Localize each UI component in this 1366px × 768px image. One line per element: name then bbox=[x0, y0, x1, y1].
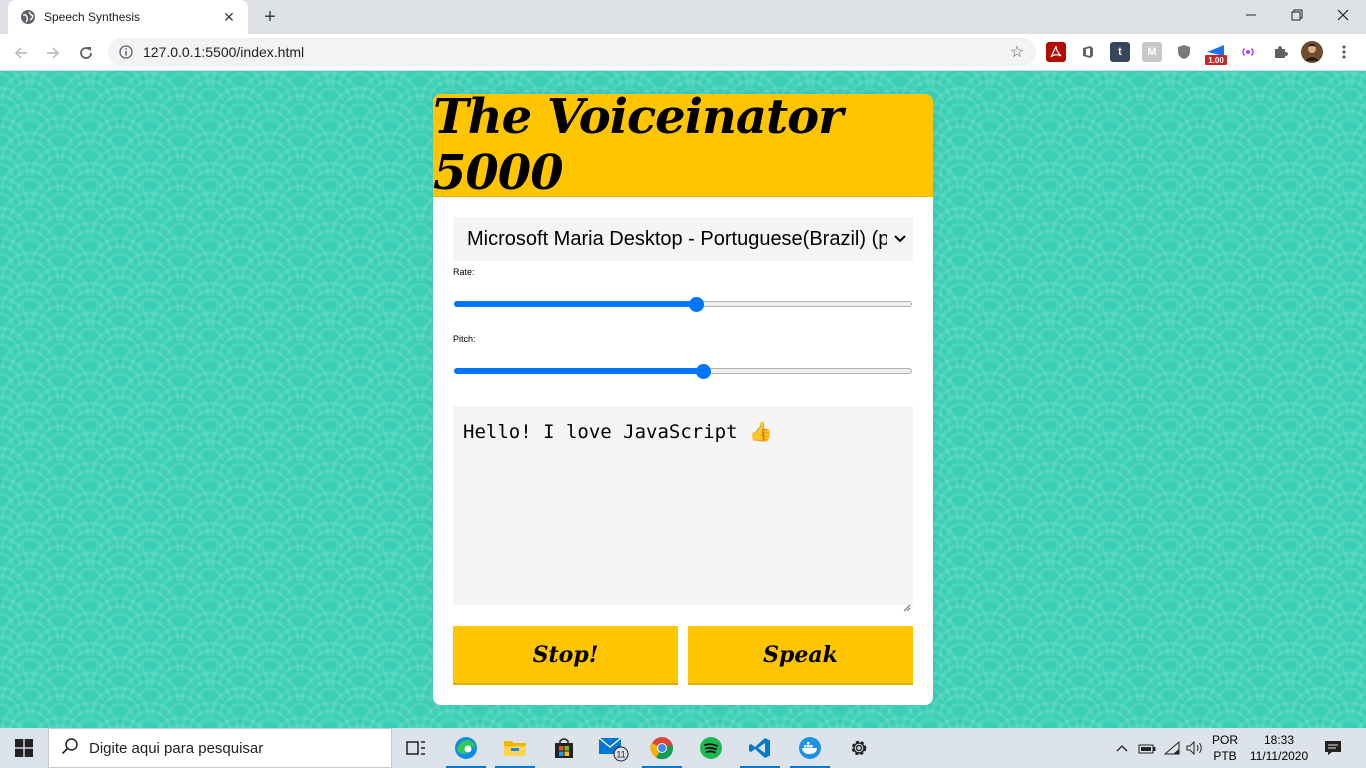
search-placeholder: Digite aqui para pesquisar bbox=[89, 739, 264, 757]
task-view-icon[interactable] bbox=[392, 728, 440, 768]
search-icon bbox=[61, 737, 79, 760]
card-header: The Voiceinator 5000 bbox=[433, 94, 933, 201]
file-explorer-icon[interactable] bbox=[491, 728, 539, 768]
voice-select[interactable]: Microsoft Maria Desktop - Portuguese(Bra… bbox=[453, 217, 913, 261]
clock[interactable]: 18:33 11/11/2020 bbox=[1246, 728, 1312, 768]
clock-time: 18:33 bbox=[1263, 733, 1295, 747]
tab-title: Speech Synthesis bbox=[44, 10, 141, 24]
browser-toolbar: 127.0.0.1:5500/index.html ☆ t M 1.00 bbox=[0, 34, 1366, 71]
mail-badge-count: 11 bbox=[616, 750, 625, 760]
shield-extension-icon[interactable] bbox=[1174, 42, 1194, 62]
windows-taskbar: Digite aqui para pesquisar 11 POR PTB 18… bbox=[0, 728, 1366, 768]
tab-strip: Speech Synthesis ✕ + bbox=[0, 0, 1366, 34]
spotify-icon[interactable] bbox=[687, 728, 735, 768]
tumblr-extension-icon[interactable]: t bbox=[1110, 42, 1130, 62]
edge-browser-icon[interactable] bbox=[442, 728, 490, 768]
app-title: The Voiceinator 5000 bbox=[433, 94, 843, 201]
rate-track-fill bbox=[454, 301, 698, 307]
speed-badge-text: 1.00 bbox=[1208, 56, 1224, 65]
pitch-label: Pitch: bbox=[453, 334, 476, 344]
rate-slider-thumb[interactable] bbox=[689, 297, 704, 312]
language-code: POR bbox=[1211, 733, 1238, 747]
tab-speech-synthesis[interactable]: Speech Synthesis ✕ bbox=[8, 0, 248, 34]
back-arrow-icon[interactable] bbox=[7, 39, 35, 67]
restore-window-button[interactable] bbox=[1274, 0, 1320, 30]
page-background: The Voiceinator 5000 Microsoft Maria Des… bbox=[0, 71, 1366, 728]
wifi-icon[interactable] bbox=[1160, 728, 1184, 768]
reload-icon[interactable] bbox=[72, 39, 100, 67]
info-icon[interactable] bbox=[118, 44, 134, 60]
taskbar-search-box[interactable]: Digite aqui para pesquisar bbox=[48, 728, 392, 768]
voiceinator-card: The Voiceinator 5000 Microsoft Maria Des… bbox=[433, 94, 933, 705]
url-text: 127.0.0.1:5500/index.html bbox=[143, 44, 305, 60]
broadcast-extension-icon[interactable] bbox=[1238, 42, 1258, 62]
speech-text-input[interactable]: Hello! I love JavaScript 👍 bbox=[453, 406, 913, 612]
address-bar[interactable]: 127.0.0.1:5500/index.html ☆ bbox=[108, 38, 1036, 66]
office-extension-icon[interactable] bbox=[1078, 42, 1098, 62]
resize-grip-icon[interactable] bbox=[903, 595, 911, 612]
volume-icon[interactable] bbox=[1184, 728, 1206, 768]
voice-selected-value: Microsoft Maria Desktop - Portuguese(Bra… bbox=[467, 227, 887, 250]
pdf-extension-icon[interactable] bbox=[1046, 42, 1066, 62]
show-hidden-icons-chevron-icon[interactable] bbox=[1112, 728, 1132, 768]
more-menu-icon[interactable] bbox=[1334, 42, 1354, 62]
rate-label: Rate: bbox=[453, 267, 475, 277]
speed-extension-icon[interactable]: 1.00 bbox=[1204, 40, 1228, 66]
profile-avatar-icon[interactable] bbox=[1301, 41, 1323, 63]
mail-icon[interactable]: 11 bbox=[589, 728, 637, 768]
minimize-window-button[interactable] bbox=[1228, 0, 1274, 30]
notification-center-icon[interactable] bbox=[1318, 728, 1348, 768]
microsoft-store-icon[interactable] bbox=[540, 728, 588, 768]
pitch-slider-thumb[interactable] bbox=[696, 364, 711, 379]
m-extension-icon[interactable]: M bbox=[1142, 42, 1162, 62]
vscode-icon[interactable] bbox=[736, 728, 784, 768]
stop-button[interactable]: Stop! bbox=[453, 626, 678, 685]
battery-icon[interactable] bbox=[1136, 728, 1158, 768]
windows-start-icon[interactable] bbox=[0, 728, 48, 768]
pitch-slider[interactable] bbox=[453, 363, 913, 379]
pitch-track-fill bbox=[454, 368, 705, 374]
chrome-icon[interactable] bbox=[638, 728, 686, 768]
bookmark-star-icon[interactable]: ☆ bbox=[1008, 43, 1026, 61]
close-window-button[interactable] bbox=[1320, 0, 1366, 30]
speak-button[interactable]: Speak bbox=[688, 626, 913, 685]
forward-arrow-icon[interactable] bbox=[39, 39, 67, 67]
docker-icon[interactable] bbox=[786, 728, 834, 768]
settings-gear-icon[interactable] bbox=[835, 728, 883, 768]
chevron-down-icon bbox=[887, 235, 913, 243]
input-language-indicator[interactable]: POR PTB bbox=[1208, 728, 1242, 768]
globe-icon bbox=[20, 9, 36, 25]
close-tab-icon[interactable]: ✕ bbox=[220, 8, 238, 26]
keyboard-layout-code: PTB bbox=[1213, 749, 1237, 763]
puzzle-extension-icon[interactable] bbox=[1270, 42, 1290, 62]
clock-date: 11/11/2020 bbox=[1249, 749, 1309, 763]
new-tab-button[interactable]: + bbox=[258, 5, 282, 29]
speech-text-value: Hello! I love JavaScript 👍 bbox=[463, 421, 773, 443]
rate-slider[interactable] bbox=[453, 296, 913, 312]
